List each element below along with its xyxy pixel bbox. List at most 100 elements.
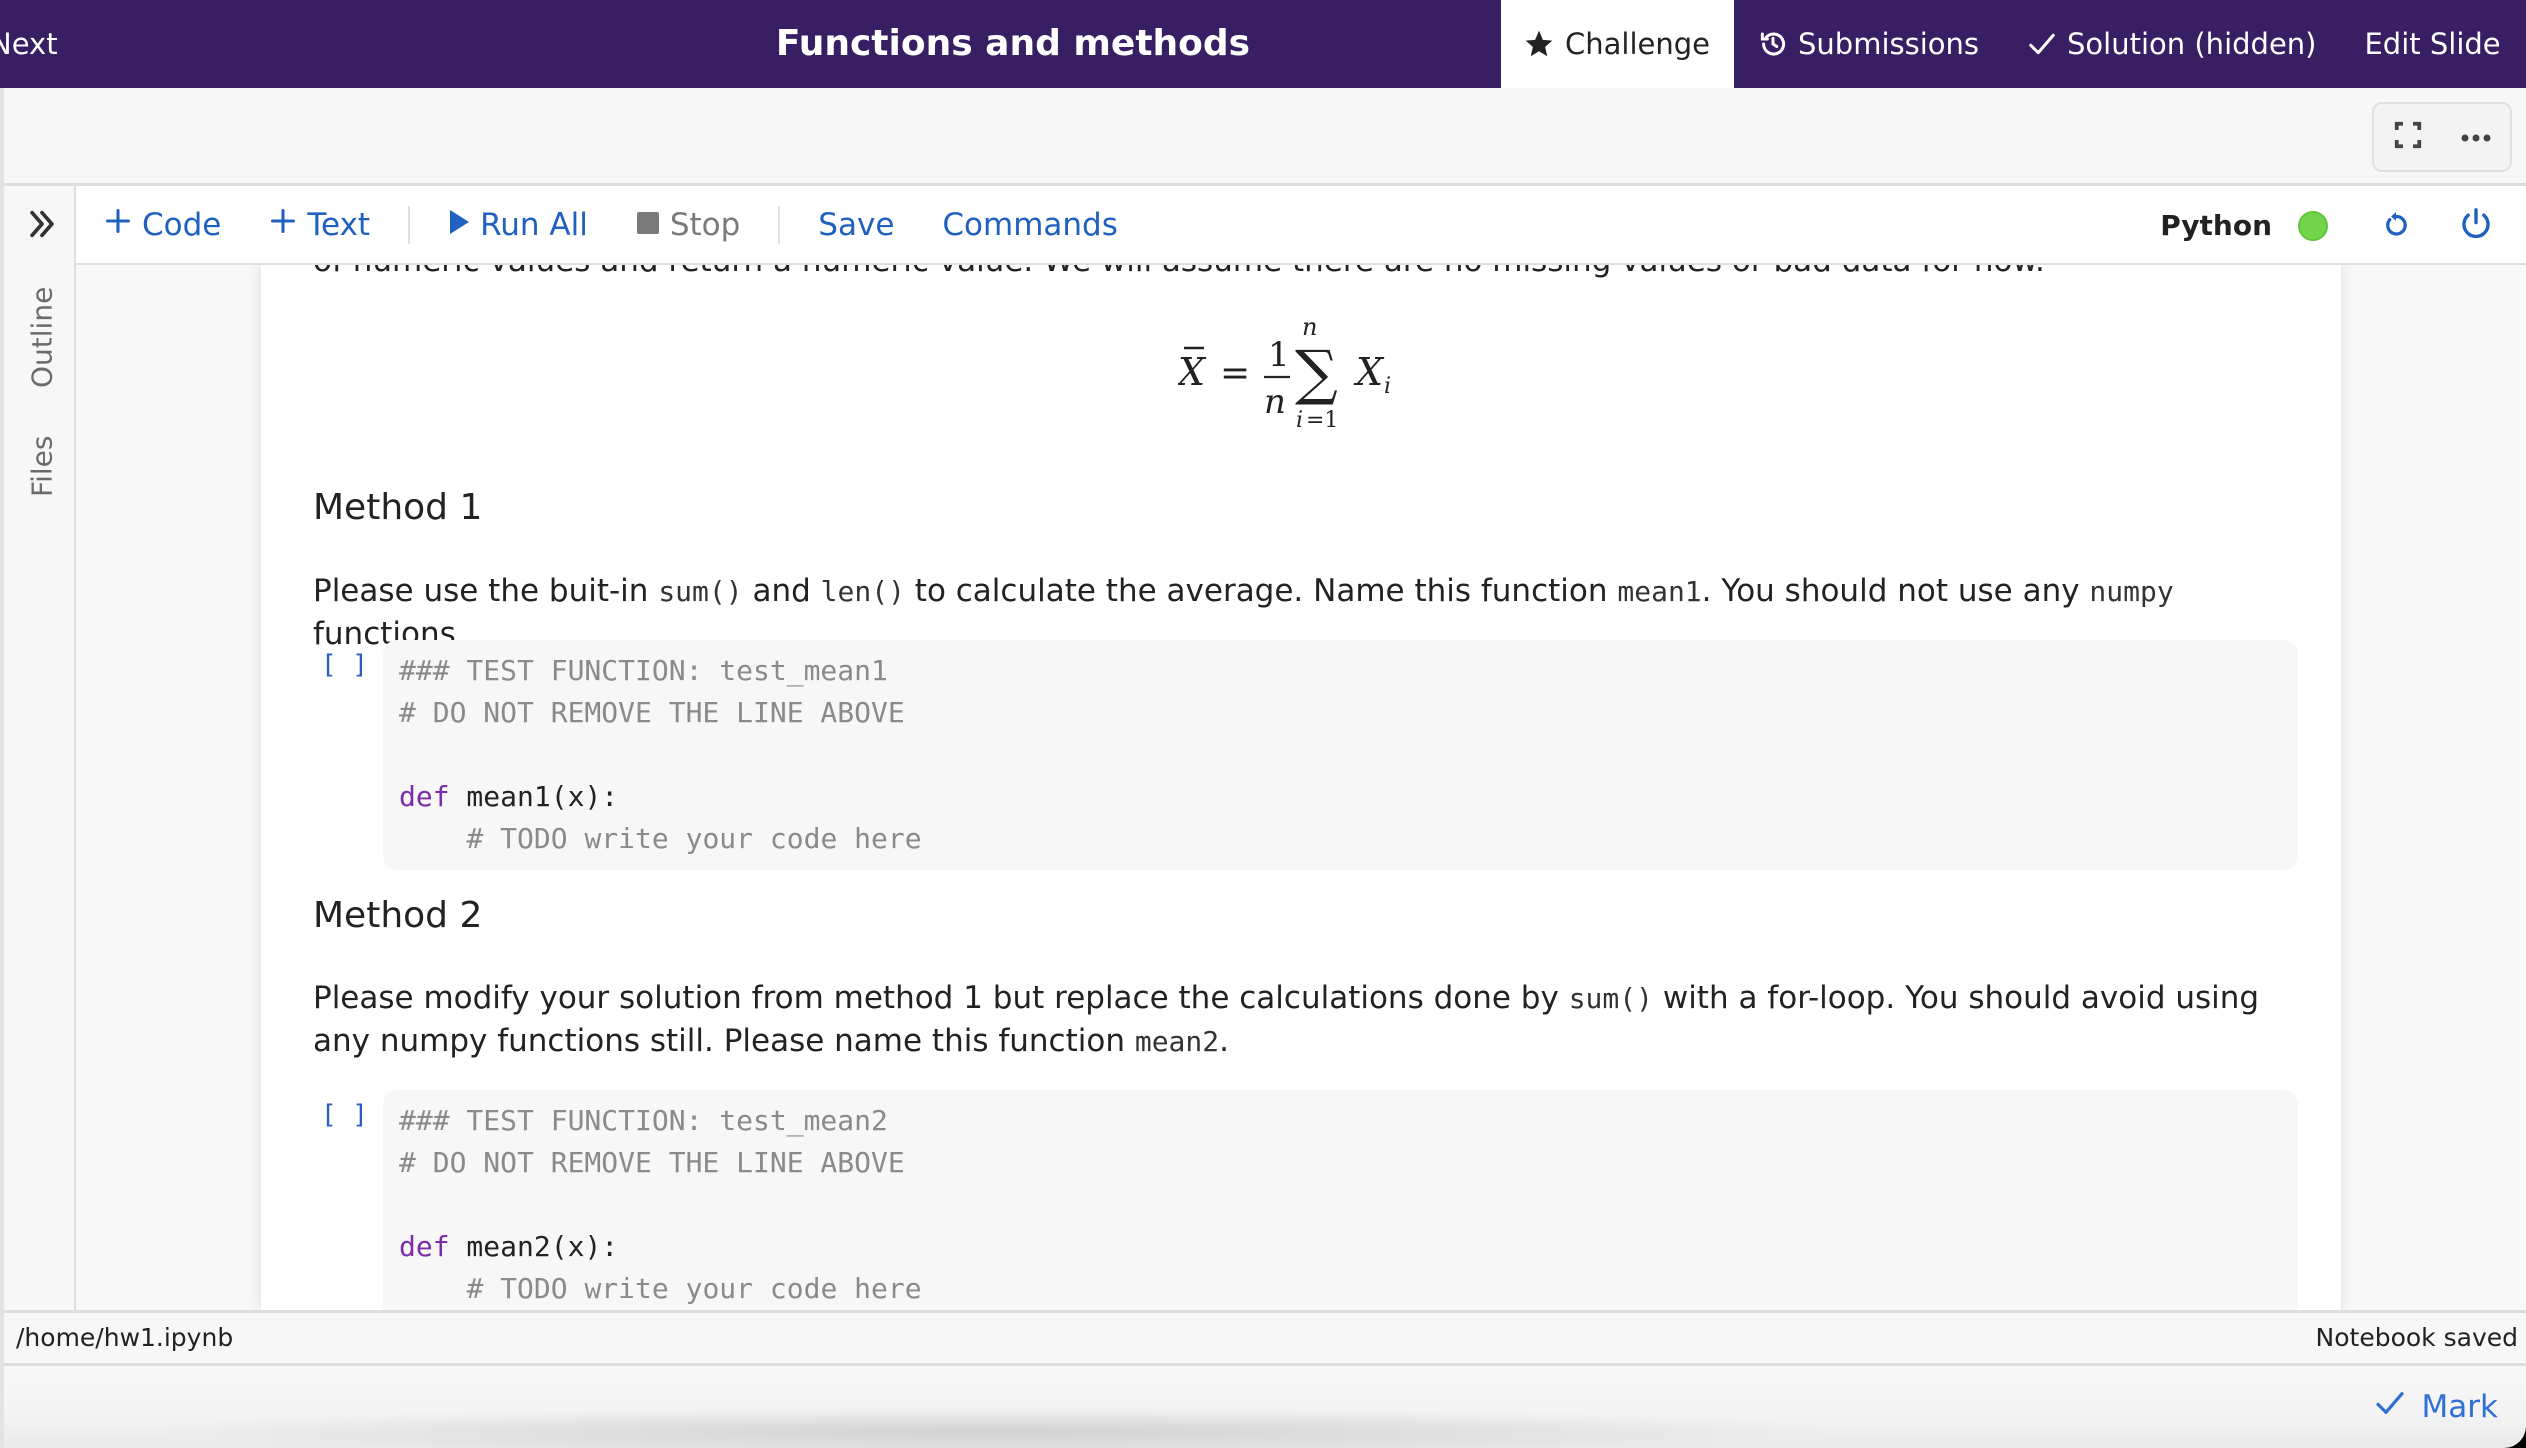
restart-icon bbox=[2381, 207, 2411, 245]
stop-button[interactable]: Stop bbox=[612, 207, 764, 243]
code-line: # TODO write your code here bbox=[399, 1268, 2282, 1310]
formula-graphic: X = 1 n n ∑ i =1 X i bbox=[1178, 313, 1391, 433]
code-line: def mean2(x): bbox=[399, 1226, 2282, 1268]
check-icon bbox=[2374, 1387, 2406, 1427]
code-line: def mean1(x): bbox=[399, 776, 2282, 818]
add-code-label: Code bbox=[142, 206, 222, 243]
tab-solution[interactable]: Solution (hidden) bbox=[2003, 0, 2340, 88]
toolbar-divider bbox=[408, 205, 411, 244]
inline-code: mean1 bbox=[1617, 575, 1702, 608]
paragraph-text: . You should not use any bbox=[1701, 573, 2090, 609]
code-line: ### TEST FUNCTION: test_mean2 bbox=[399, 1100, 2282, 1142]
code-editor[interactable]: ### TEST FUNCTION: test_mean1 # DO NOT RE… bbox=[383, 640, 2298, 870]
bottom-bar: Mark bbox=[0, 1366, 2526, 1448]
fullscreen-icon bbox=[2393, 120, 2423, 154]
tab-label: Solution (hidden) bbox=[2067, 27, 2317, 61]
toolbar-divider bbox=[778, 205, 781, 244]
paragraph-text: . bbox=[1219, 1023, 1229, 1059]
notebook-area[interactable]: of numeric values and return a numeric v… bbox=[76, 265, 2526, 1310]
kernel-status-indicator bbox=[2298, 210, 2328, 241]
markdown-text-cutoff: of numeric values and return a numeric v… bbox=[313, 265, 2045, 279]
more-icon bbox=[2460, 128, 2492, 147]
tab-label: Submissions bbox=[1798, 27, 1980, 61]
svg-text:n: n bbox=[1264, 382, 1286, 422]
slide-toolbar bbox=[0, 88, 2526, 186]
code-comment: # DO NOT REMOVE THE LINE ABOVE bbox=[399, 1146, 905, 1179]
save-button[interactable]: Save bbox=[794, 207, 918, 243]
stop-label: Stop bbox=[669, 206, 741, 243]
cell-prompt[interactable]: [ ] bbox=[321, 1100, 368, 1130]
sidebar-tab-outline[interactable]: Outline bbox=[10, 282, 74, 392]
method2-description: Please modify your solution from method … bbox=[313, 977, 2303, 1063]
restart-kernel-button[interactable] bbox=[2376, 206, 2416, 246]
inline-code: len() bbox=[820, 575, 905, 608]
svg-text:i: i bbox=[1384, 374, 1391, 399]
star-icon bbox=[1523, 28, 1555, 60]
code-comment: ### TEST FUNCTION: test_mean1 bbox=[399, 654, 888, 687]
code-text: mean2(x): bbox=[449, 1230, 619, 1263]
check-icon bbox=[2027, 29, 2057, 59]
notebook-page: of numeric values and return a numeric v… bbox=[261, 265, 2341, 1310]
code-keyword: def bbox=[399, 1230, 450, 1263]
code-comment: # TODO write your code here bbox=[466, 822, 922, 855]
plus-icon bbox=[269, 207, 297, 243]
method1-heading: Method 1 bbox=[313, 487, 483, 528]
code-comment: # DO NOT REMOVE THE LINE ABOVE bbox=[399, 696, 905, 729]
kernel-name: Python bbox=[2160, 209, 2272, 242]
mark-label: Mark bbox=[2421, 1389, 2498, 1425]
run-all-label: Run All bbox=[480, 206, 588, 243]
code-text: mean1(x): bbox=[449, 780, 619, 813]
kernel-controls: Python bbox=[2160, 186, 2526, 265]
code-line: # DO NOT REMOVE THE LINE ABOVE bbox=[399, 692, 2282, 734]
commands-button[interactable]: Commands bbox=[918, 207, 1141, 243]
inline-code: sum() bbox=[1568, 982, 1653, 1015]
tab-submissions[interactable]: Submissions bbox=[1734, 0, 2003, 88]
add-code-button[interactable]: Code bbox=[76, 207, 245, 243]
double-chevron-right-icon bbox=[25, 207, 59, 245]
sidebar-tab-files[interactable]: Files bbox=[10, 426, 74, 506]
shutdown-kernel-button[interactable] bbox=[2456, 206, 2496, 246]
add-text-button[interactable]: Text bbox=[245, 207, 394, 243]
view-button-group bbox=[2372, 102, 2512, 172]
code-line: ### TEST FUNCTION: test_mean1 bbox=[399, 650, 2282, 692]
header-tabs: Challenge Submissions Solution (hidden) … bbox=[1501, 0, 2526, 88]
tab-label: Challenge bbox=[1565, 27, 1710, 61]
inline-code: mean2 bbox=[1134, 1025, 1220, 1058]
history-icon bbox=[1758, 29, 1788, 59]
add-text-label: Text bbox=[307, 206, 371, 243]
paragraph-text: to calculate the average. Name this func… bbox=[904, 573, 1618, 609]
notebook-toolbar: Code Text Run All Stop Save Commands Pyt… bbox=[76, 186, 2526, 265]
tab-challenge[interactable]: Challenge bbox=[1501, 0, 1734, 88]
fullscreen-button[interactable] bbox=[2393, 120, 2423, 154]
code-keyword: def bbox=[399, 780, 450, 813]
shadow-decoration bbox=[144, 1406, 1844, 1448]
stop-icon bbox=[636, 207, 660, 243]
tab-label: Edit Slide bbox=[2364, 27, 2501, 61]
play-icon bbox=[448, 207, 470, 243]
svg-text:n: n bbox=[1302, 313, 1317, 341]
inline-code: numpy bbox=[2089, 575, 2174, 608]
plus-icon bbox=[104, 207, 132, 243]
code-comment: # TODO write your code here bbox=[466, 1272, 922, 1305]
expand-sidebar-button[interactable] bbox=[24, 208, 60, 244]
power-icon bbox=[2459, 207, 2493, 245]
mean-formula: X = 1 n n ∑ i =1 X i bbox=[313, 313, 2303, 433]
paragraph-text: Please use the buit-in bbox=[313, 573, 659, 609]
code-editor[interactable]: ### TEST FUNCTION: test_mean2 # DO NOT RE… bbox=[383, 1090, 2298, 1310]
subbar-more-button[interactable] bbox=[2460, 128, 2492, 147]
svg-text:X: X bbox=[1353, 350, 1385, 394]
svg-text:=: = bbox=[1220, 353, 1250, 394]
svg-text:∑: ∑ bbox=[1295, 338, 1338, 408]
cell-prompt[interactable]: [ ] bbox=[321, 650, 368, 680]
tab-edit-slide[interactable]: Edit Slide bbox=[2340, 0, 2524, 88]
status-bar: /home/hw1.ipynb Notebook saved bbox=[0, 1310, 2526, 1366]
top-header: Next Functions and methods Challenge Sub… bbox=[0, 0, 2526, 88]
notebook-path: /home/hw1.ipynb bbox=[16, 1323, 234, 1352]
code-line: # DO NOT REMOVE THE LINE ABOVE bbox=[399, 1142, 2282, 1184]
run-all-button[interactable]: Run All bbox=[424, 207, 612, 243]
mark-button[interactable]: Mark bbox=[2374, 1366, 2498, 1448]
left-sidebar: Outline Files bbox=[0, 186, 76, 1310]
code-comment: ### TEST FUNCTION: test_mean2 bbox=[399, 1104, 888, 1137]
